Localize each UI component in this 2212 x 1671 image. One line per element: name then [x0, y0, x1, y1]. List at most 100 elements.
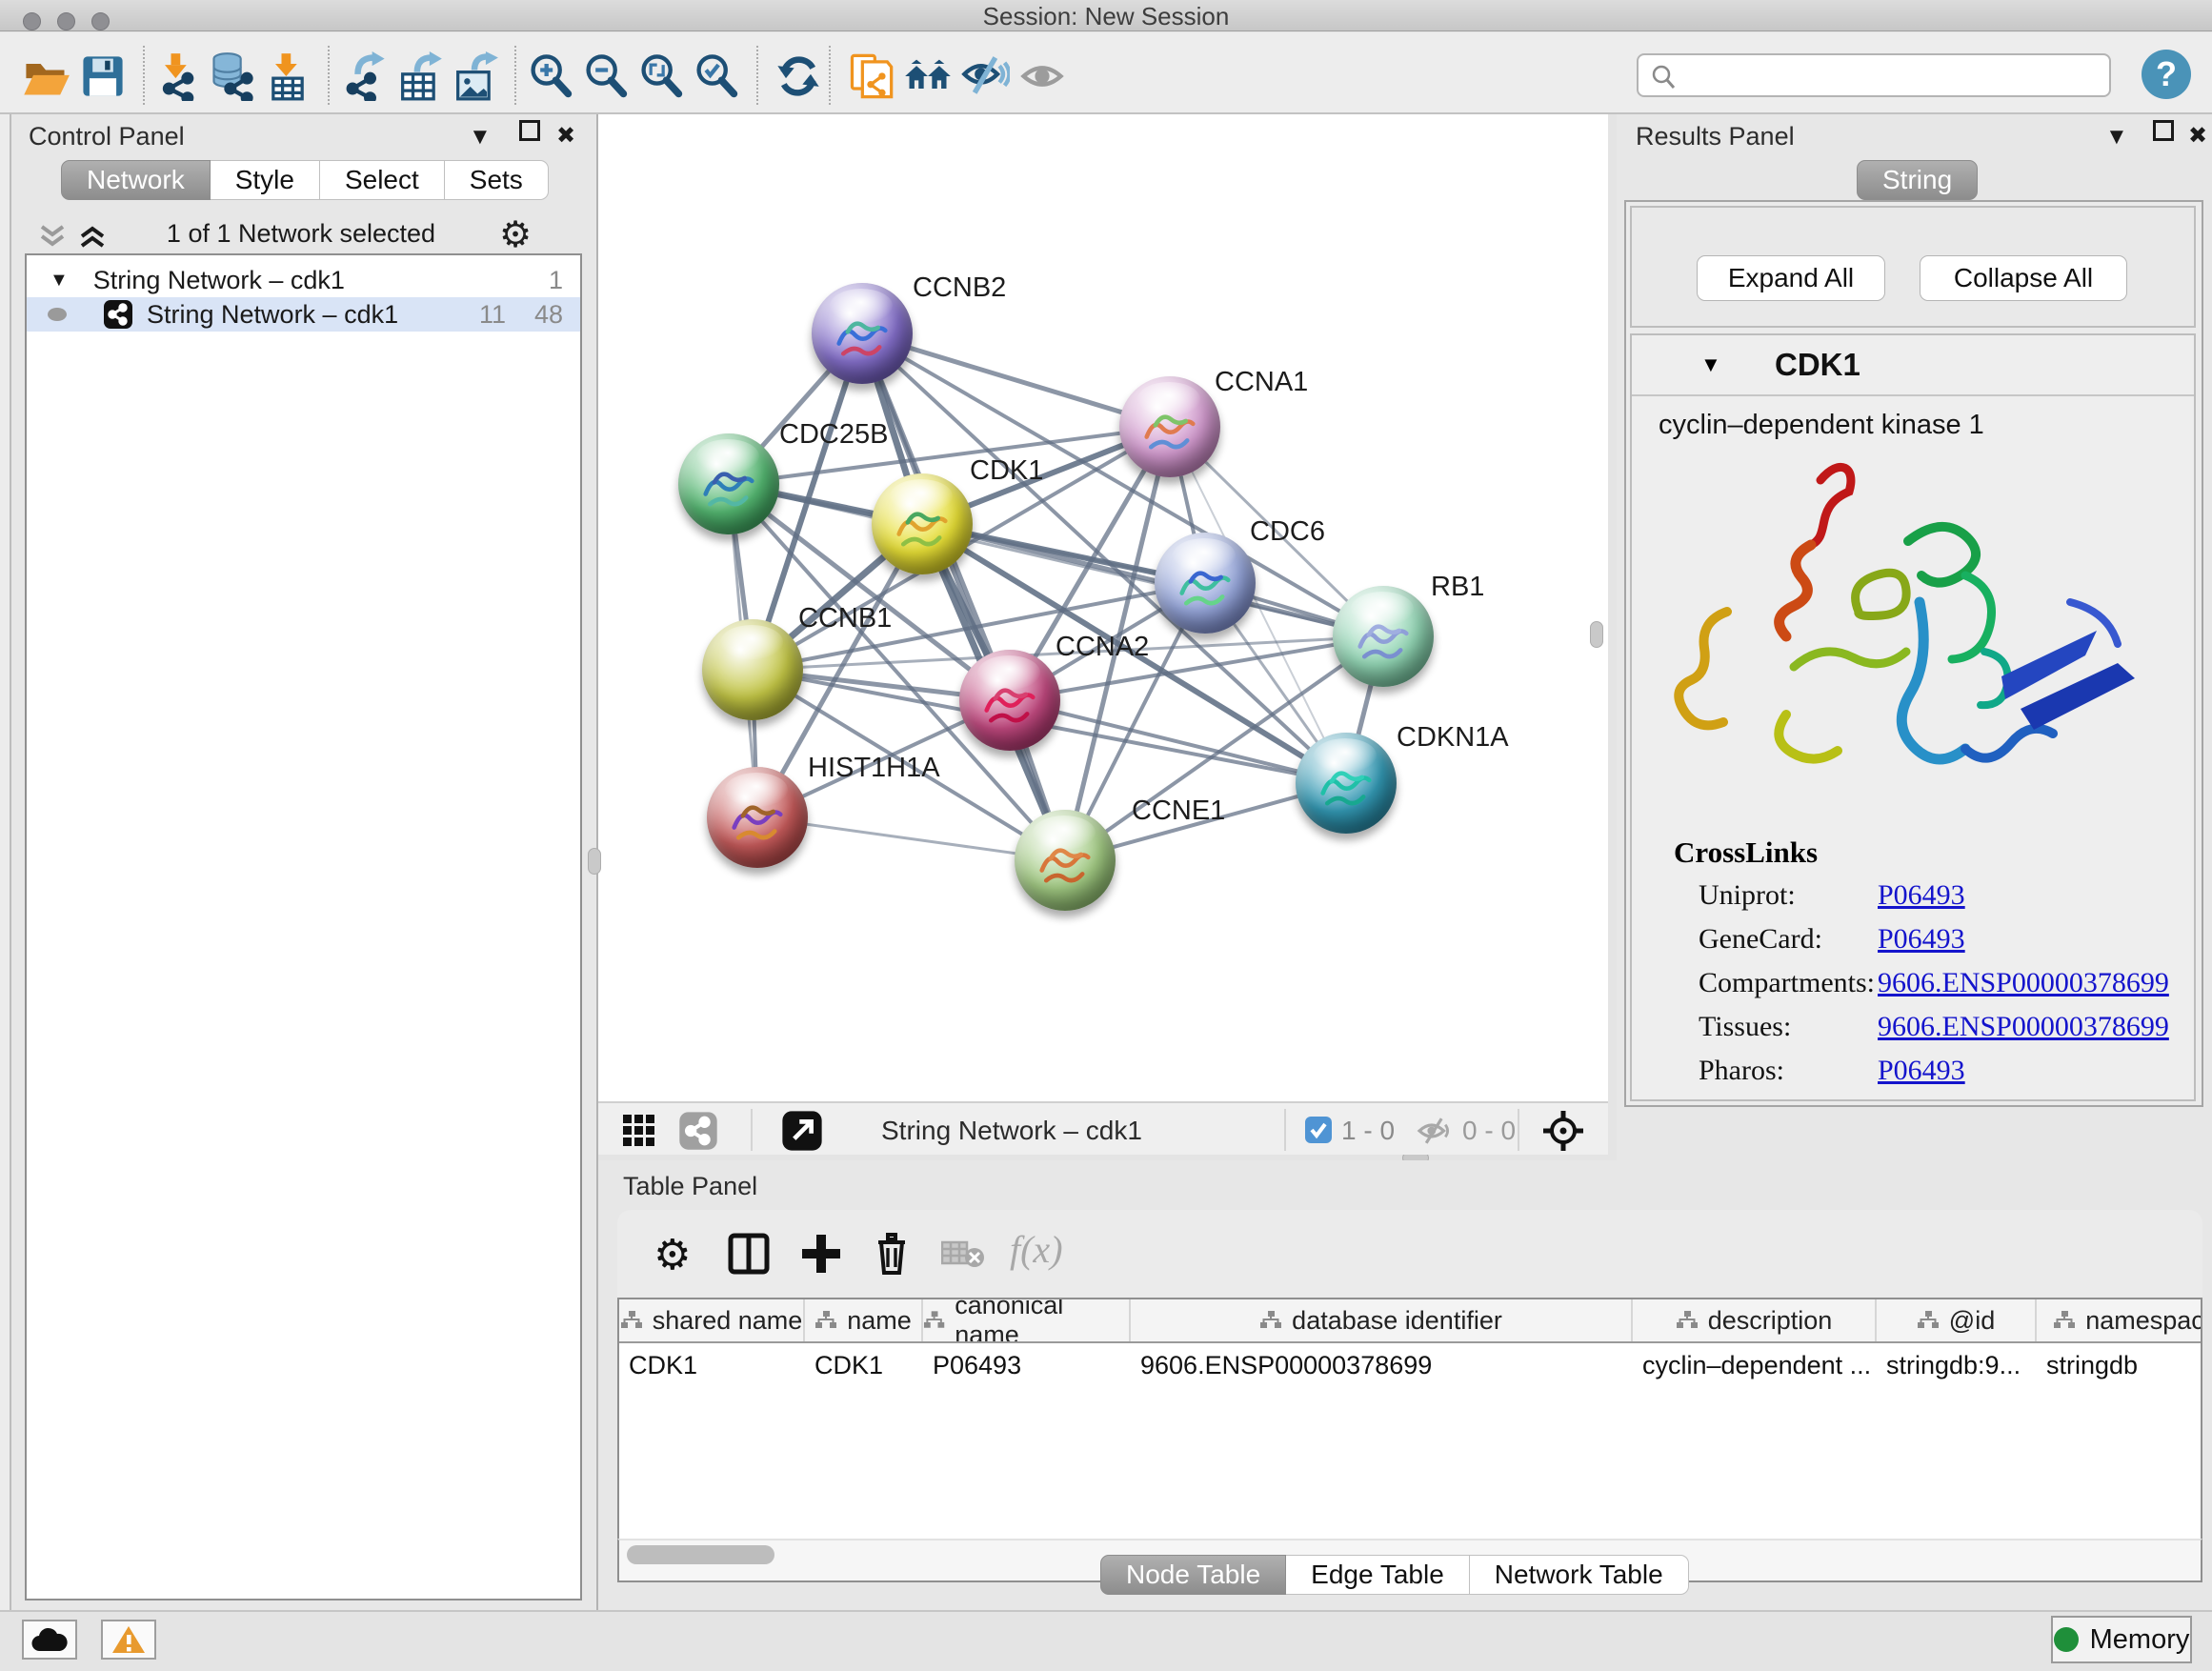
splitter-grip-left[interactable]: [588, 848, 601, 875]
column-header-databaseidentifier[interactable]: database identifier: [1131, 1299, 1633, 1341]
network-node-cdk1[interactable]: [872, 473, 973, 574]
column-header-description[interactable]: description: [1633, 1299, 1877, 1341]
network-canvas[interactable]: CCNB2CCNA1CDC25BCDK1CDC6RB1CCNB1CCNA2CDK…: [598, 114, 1608, 1101]
export-image-icon[interactable]: [450, 51, 499, 101]
collection-count: 1: [549, 266, 563, 295]
network-node-ccne1[interactable]: [1015, 810, 1116, 911]
table-cell[interactable]: stringdb: [2037, 1343, 2202, 1385]
float-panel-icon[interactable]: [519, 120, 540, 141]
compartments-link[interactable]: 9606.ENSP00000378699: [1878, 967, 2169, 999]
column-header-name[interactable]: name: [805, 1299, 923, 1341]
detach-view-icon[interactable]: [781, 1110, 823, 1152]
node-protein-thumbnail: [826, 300, 898, 372]
tab-node-table[interactable]: Node Table: [1100, 1555, 1286, 1595]
network-node-ccna1[interactable]: [1119, 376, 1220, 477]
search-input[interactable]: [1637, 53, 2111, 97]
genecard-link[interactable]: P06493: [1878, 923, 1965, 956]
network-collection-row[interactable]: ▼ String Network – cdk1 1: [27, 263, 580, 297]
zoom-out-icon[interactable]: [581, 51, 631, 101]
table-cell[interactable]: CDK1: [805, 1343, 923, 1385]
import-network-database-icon[interactable]: [208, 51, 257, 101]
zoom-selected-icon[interactable]: [692, 51, 741, 101]
network-node-cdc25b[interactable]: [678, 433, 779, 534]
table-settings-gear-icon[interactable]: ⚙: [654, 1231, 691, 1279]
network-node-ccna2[interactable]: [959, 650, 1060, 751]
hide-selected-icon[interactable]: [960, 51, 1010, 101]
birdseye-view-icon[interactable]: [1541, 1109, 1585, 1153]
grid-view-icon[interactable]: [621, 1113, 657, 1149]
add-column-icon[interactable]: [798, 1231, 844, 1277]
network-node-rb1[interactable]: [1333, 586, 1434, 687]
expand-all-button[interactable]: Expand All: [1697, 255, 1885, 301]
tab-string[interactable]: String: [1857, 160, 1978, 200]
table-cell[interactable]: 9606.ENSP00000378699: [1131, 1343, 1633, 1385]
network-row-selected[interactable]: String Network – cdk1 11 48: [27, 297, 580, 332]
pharos-link[interactable]: P06493: [1878, 1055, 1965, 1087]
network-options-gear-icon[interactable]: ⚙: [499, 213, 532, 256]
memory-button[interactable]: Memory: [2051, 1616, 2192, 1663]
table-cell[interactable]: CDK1: [619, 1343, 805, 1385]
import-table-file-icon[interactable]: [263, 51, 312, 101]
close-panel-icon[interactable]: ✖: [556, 122, 575, 150]
tab-select[interactable]: Select: [320, 160, 445, 200]
section-collapse-icon[interactable]: ▼: [1700, 352, 1721, 377]
zoom-fit-icon[interactable]: [636, 51, 686, 101]
export-table-icon[interactable]: [394, 51, 444, 101]
attribute-type-icon: [2053, 1310, 2076, 1331]
export-network-icon[interactable]: [339, 51, 389, 101]
toolbar-separator: [756, 46, 758, 105]
collapse-all-icon[interactable]: [38, 223, 67, 250]
tab-network-table[interactable]: Network Table: [1470, 1555, 1689, 1595]
network-view-icon[interactable]: [678, 1111, 718, 1151]
network-node-ccnb1[interactable]: [702, 619, 803, 720]
selected-checkbox-icon[interactable]: [1305, 1117, 1332, 1143]
splitter-grip-right[interactable]: [1590, 621, 1603, 648]
help-icon[interactable]: ?: [2142, 50, 2191, 99]
panel-menu-icon[interactable]: ▼: [2105, 124, 2128, 151]
zoom-in-icon[interactable]: [526, 51, 575, 101]
uniprot-link[interactable]: P06493: [1878, 879, 1965, 912]
open-session-icon[interactable]: [21, 51, 70, 101]
cloud-status-button[interactable]: [22, 1620, 77, 1660]
column-header-canonicalname[interactable]: canonical name: [923, 1299, 1131, 1341]
crosslink-label: Tissues:: [1699, 1011, 1791, 1043]
table-cell[interactable]: P06493: [923, 1343, 1131, 1385]
save-session-icon[interactable]: [78, 51, 128, 101]
table-cell[interactable]: stringdb:9...: [1877, 1343, 2037, 1385]
tab-sets[interactable]: Sets: [445, 160, 549, 200]
network-node-cdkn1a[interactable]: [1296, 733, 1397, 834]
show-hidden-icon[interactable]: [1017, 51, 1067, 101]
node-protein-thumbnail: [886, 491, 958, 563]
tree-expander-icon[interactable]: ▼: [50, 270, 69, 292]
expand-all-icon[interactable]: [78, 223, 107, 250]
tissues-link[interactable]: 9606.ENSP00000378699: [1878, 1011, 2169, 1043]
selected-count: 1 - 0: [1341, 1116, 1395, 1146]
column-header-namespace[interactable]: namespace: [2037, 1299, 2202, 1341]
show-columns-icon[interactable]: [726, 1231, 772, 1277]
tab-network[interactable]: Network: [61, 160, 211, 200]
duplicate-network-icon[interactable]: [846, 51, 895, 101]
close-panel-icon[interactable]: ✖: [2188, 122, 2207, 150]
table-cell[interactable]: cyclin–dependent ...: [1633, 1343, 1877, 1385]
network-node-cdc6[interactable]: [1155, 533, 1256, 634]
results-panel-tabs: String: [1857, 160, 1978, 200]
collapse-all-button[interactable]: Collapse All: [1920, 255, 2127, 301]
tab-edge-table[interactable]: Edge Table: [1286, 1555, 1470, 1595]
tab-style[interactable]: Style: [211, 160, 320, 200]
float-panel-icon[interactable]: [2153, 120, 2174, 141]
warnings-button[interactable]: [101, 1620, 156, 1660]
panel-menu-icon[interactable]: ▼: [469, 124, 492, 151]
refresh-icon[interactable]: [774, 51, 823, 101]
node-table[interactable]: shared namenamecanonical namedatabase id…: [617, 1298, 2202, 1539]
network-node-ccnb2[interactable]: [812, 283, 913, 384]
column-header-sharedname[interactable]: shared name: [619, 1299, 805, 1341]
attribute-type-icon: [1259, 1310, 1282, 1331]
table-row[interactable]: CDK1CDK1P064939606.ENSP00000378699cyclin…: [619, 1343, 2201, 1385]
network-node-hist1h1a[interactable]: [707, 767, 808, 868]
scrollbar-thumb[interactable]: [627, 1545, 774, 1564]
delete-column-icon[interactable]: [869, 1231, 915, 1277]
import-network-file-icon[interactable]: [152, 51, 202, 101]
show-all-views-icon[interactable]: [903, 51, 953, 101]
column-header-id[interactable]: @id: [1877, 1299, 2037, 1341]
toolbar-separator: [829, 46, 831, 105]
